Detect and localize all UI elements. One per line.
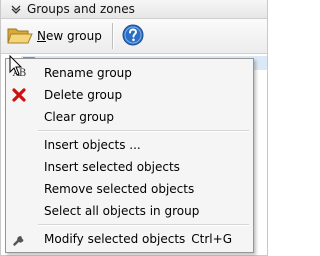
menu-item-label: Modify selected objects — [44, 232, 186, 246]
menu-item-select-all-objects-in-group[interactable]: Select all objects in group — [6, 200, 253, 222]
menu-item-shortcut: Ctrl+G — [191, 232, 232, 246]
menu-item-insert-selected-objects[interactable]: Insert selected objects — [6, 156, 253, 178]
delete-icon — [11, 87, 27, 103]
menu-separator — [38, 224, 249, 226]
wrench-icon — [11, 231, 27, 247]
folder-open-icon — [7, 25, 33, 47]
help-icon — [122, 24, 144, 49]
new-group-button[interactable]: New group — [5, 22, 106, 50]
menu-item-remove-selected-objects[interactable]: Remove selected objects — [6, 178, 253, 200]
panel-title: Groups and zones — [27, 2, 135, 16]
context-menu: AB Rename group Delete group Clear group… — [5, 58, 254, 253]
menu-item-delete-group[interactable]: Delete group — [6, 84, 253, 106]
menu-item-label: Delete group — [44, 88, 123, 102]
new-group-label: New group — [37, 29, 102, 43]
toolbar-separator — [111, 23, 113, 49]
menu-item-label: Rename group — [44, 66, 132, 80]
menu-item-rename-group[interactable]: AB Rename group — [6, 62, 253, 84]
menu-item-insert-objects[interactable]: Insert objects ... — [6, 134, 253, 156]
menu-item-label: Clear group — [44, 110, 115, 124]
toolbar: New group — [1, 19, 267, 54]
help-button[interactable] — [121, 24, 145, 48]
mouse-cursor-icon — [9, 54, 23, 77]
panel-header[interactable]: Groups and zones — [1, 0, 267, 19]
menu-item-modify-selected-objects[interactable]: Modify selected objects Ctrl+G — [6, 228, 253, 250]
groups-and-zones-panel: Groups and zones New group Rename group … — [0, 0, 268, 256]
menu-item-clear-group[interactable]: Clear group — [6, 106, 253, 128]
menu-item-label: Insert objects ... — [44, 138, 141, 152]
menu-separator — [38, 130, 249, 132]
collapse-chevron-icon[interactable] — [9, 2, 23, 16]
menu-item-label: Select all objects in group — [44, 204, 200, 218]
menu-item-label: Insert selected objects — [44, 160, 180, 174]
menu-item-label: Remove selected objects — [44, 182, 195, 196]
